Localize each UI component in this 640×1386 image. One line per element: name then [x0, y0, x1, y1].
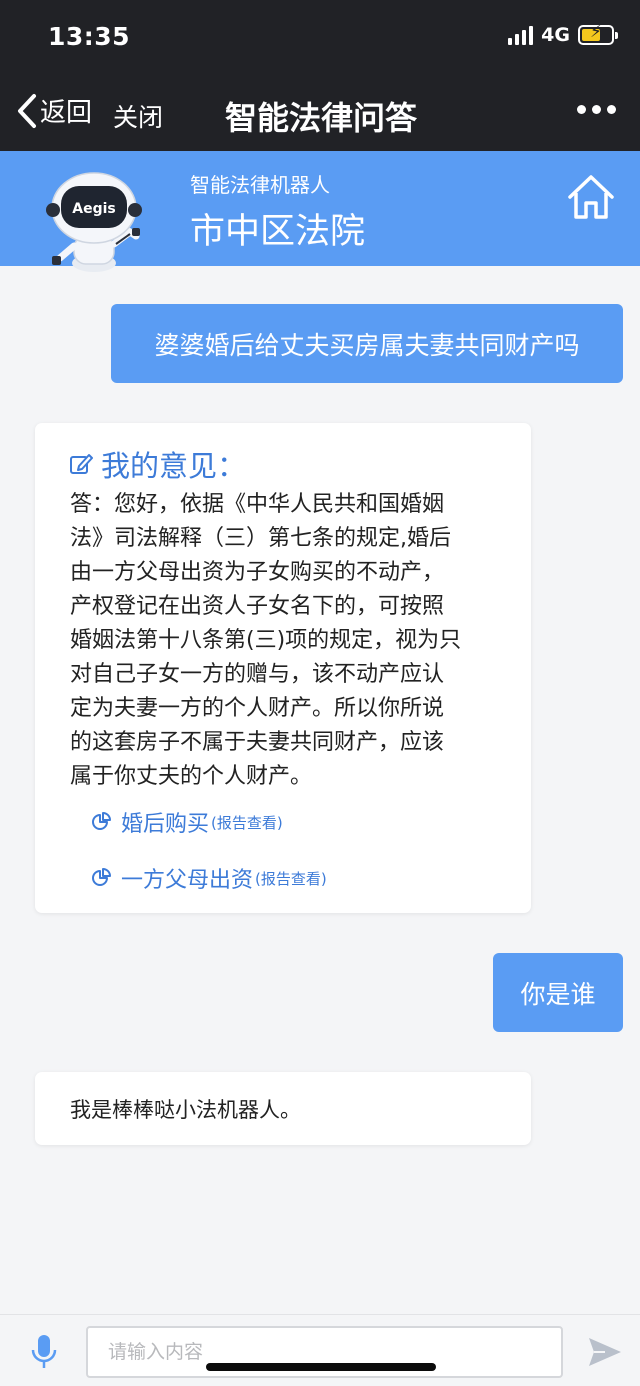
status-time: 13:35 — [48, 22, 131, 51]
report-link-parents-funding[interactable]: 一方父母出资 (报告查看) — [91, 862, 327, 894]
send-icon[interactable] — [587, 1335, 623, 1369]
pie-chart-icon — [92, 812, 111, 830]
user-message: 婆婆婚后给丈夫买房属夫妻共同财产吗 — [111, 304, 623, 383]
banner-subtitle: 智能法律机器人 — [190, 173, 330, 197]
pie-chart-icon — [92, 868, 111, 886]
status-indicators: 4G ⚡ — [508, 24, 618, 46]
user-message-text: 你是谁 — [520, 979, 596, 1009]
opinion-header: 我的意见： — [69, 443, 246, 485]
battery-icon: ⚡ — [578, 24, 618, 45]
edit-icon — [70, 454, 93, 474]
bot-reply-card: 我是棒棒哒小法机器人。 — [35, 1072, 531, 1145]
mic-icon[interactable] — [30, 1333, 58, 1371]
network-type: 4G — [541, 24, 570, 46]
robot-icon: Aegis — [46, 172, 142, 272]
user-message-text: 婆婆婚后给丈夫买房属夫妻共同财产吗 — [154, 330, 580, 360]
bot-answer-card: 我的意见： 答：您好，依据《中华人民共和国婚姻 法》司法解释（三）第七条的规定,… — [35, 423, 531, 913]
report-link-marital-purchase[interactable]: 婚后购买 (报告查看) — [91, 806, 283, 838]
more-icon[interactable] — [577, 105, 616, 114]
home-indicator — [206, 1363, 436, 1371]
svg-text:Aegis: Aegis — [72, 201, 115, 217]
signal-icon — [508, 25, 534, 45]
user-message: 你是谁 — [493, 953, 623, 1032]
input-bar — [0, 1314, 640, 1386]
page-title: 智能法律问答 — [224, 99, 417, 137]
court-name: 市中区法院 — [190, 212, 366, 252]
court-banner: Aegis 智能法律机器人 市中区法院 — [0, 151, 640, 272]
opinion-title: 我的意见： — [101, 449, 247, 483]
answer-text: 答：您好，依据《中华人民共和国婚姻 法》司法解释（三）第七条的规定,婚后 由一方… — [70, 492, 462, 789]
bot-reply-text: 我是棒棒哒小法机器人。 — [70, 1098, 301, 1122]
home-icon[interactable] — [566, 173, 616, 221]
top-bar: 13:35 4G ⚡ 返回 关闭 智能法律问答 — [0, 0, 640, 151]
